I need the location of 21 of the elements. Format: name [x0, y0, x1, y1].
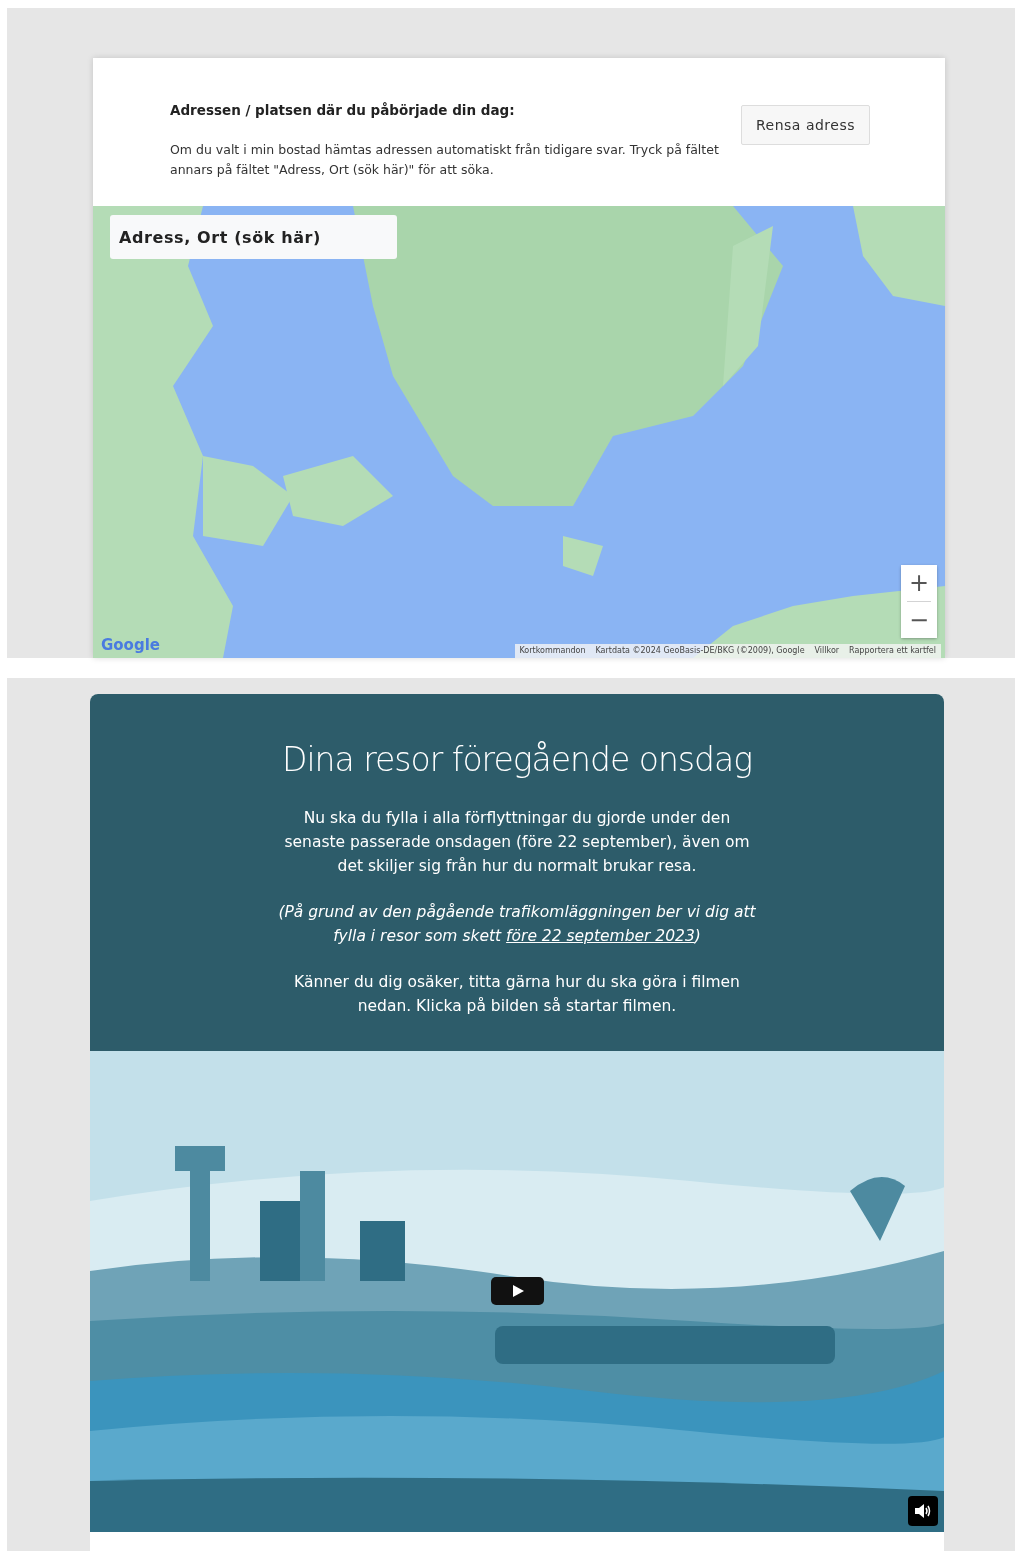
clear-address-button[interactable]: Rensa adress	[740, 105, 870, 145]
intro-paragraph: (På grund av den pågående trafikomläggningen ber vi dig att fylla i resor som skett före 22 september 2023)	[277, 901, 757, 947]
zoom-out-button[interactable]: −	[901, 602, 937, 638]
search-field[interactable]: Adress, Ort (sök här)	[110, 215, 397, 259]
intro-paragraph: Känner du dig osäker, titta gärna hur du ska göra i filmen nedan. Klicka på bilden så startar filmen.	[293, 971, 741, 1017]
video-thumbnail-drawing[interactable]	[90, 1051, 944, 1532]
map-link[interactable]: Villkor	[809, 644, 845, 658]
play-icon	[511, 1285, 524, 1297]
map-data-credit: Kartdata ©2024 GeoBasis-DE/BKG (©2009), Google	[594, 645, 806, 657]
map-link[interactable]: Kortkommandon	[514, 644, 591, 658]
speaker-icon	[914, 1503, 932, 1519]
help-text: Om du valt i min bostad hämtas adressen automatiskt från tidigare svar. Tryck på fältet annars på fältet "Adress, Ort (sök här)" för att söka.	[170, 141, 720, 180]
map-logo: Google	[101, 634, 160, 656]
date-link[interactable]: före 22 september 2023	[506, 926, 695, 945]
intro-paragraph: Nu ska du fylla i alla förflyttningar du gjorde under den senaste passerade onsdagen (före 22 september), även om det skiljer sig från hur du normalt brukar resa.	[283, 807, 751, 877]
map-link[interactable]: Rapportera ett kartfel	[844, 644, 941, 658]
zoom-in-button[interactable]: +	[901, 565, 937, 601]
play-button[interactable]	[491, 1277, 544, 1305]
address-heading: Adressen / platsen där du påbörjade din dag:	[170, 102, 516, 119]
sound-button[interactable]	[908, 1496, 938, 1526]
section-title: Dina resor föregående onsdag	[281, 740, 753, 780]
